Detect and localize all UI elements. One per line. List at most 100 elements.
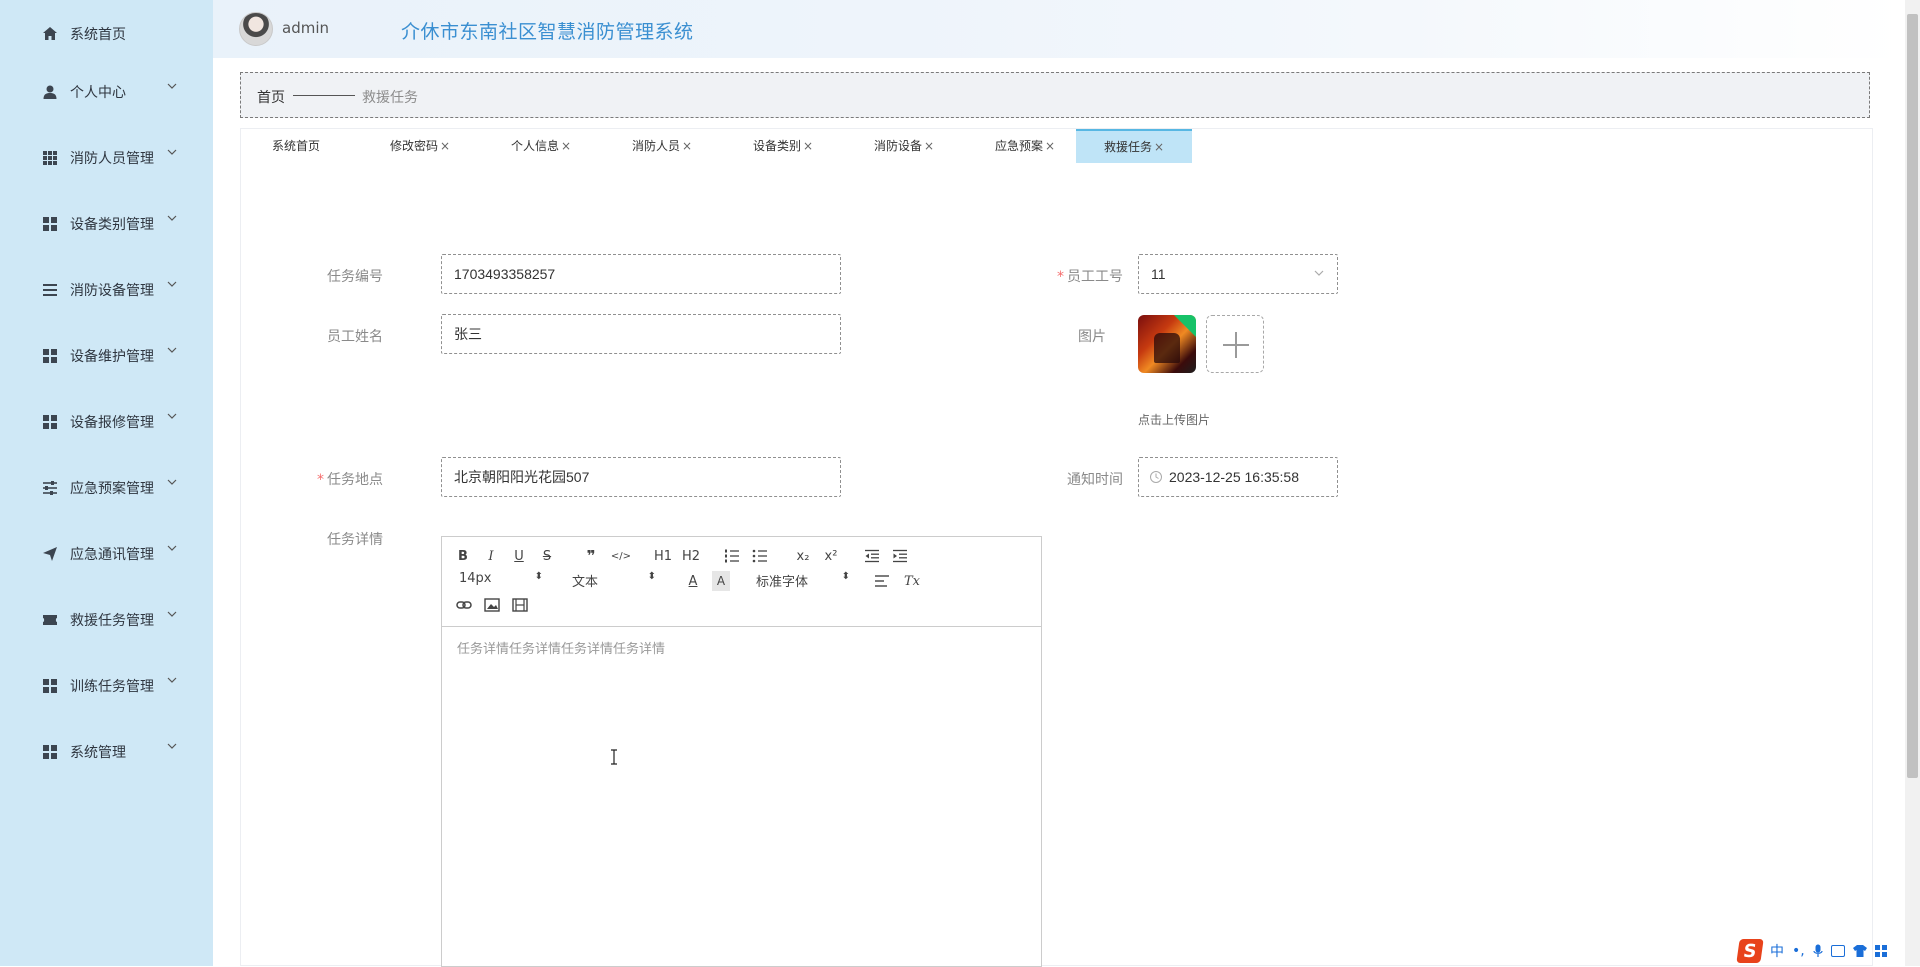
tab-bar: 系统首页 修改密码 × 个人信息 × 消防人员 × 设备类别 × 消防设备 × 应急预案 ×… — [241, 129, 1872, 163]
task-location-label: * 任务地点 — [317, 472, 383, 488]
chevron-down-icon — [167, 743, 177, 749]
underline-button[interactable]: U — [510, 546, 528, 566]
header-select[interactable]: 文本 ⬍ — [572, 571, 656, 591]
list-icon — [43, 284, 57, 296]
subscript-button[interactable]: x₂ — [792, 546, 814, 566]
grid-icon — [43, 217, 57, 231]
tab-label: 设备类别 — [752, 139, 801, 153]
header1-button[interactable]: H1 — [652, 546, 674, 566]
font-family-select[interactable]: 标准字体 ⬍ — [756, 571, 850, 591]
sidebar-item-home[interactable]: 系统首页 — [0, 0, 213, 66]
sogou-logo-icon[interactable]: S — [1736, 939, 1764, 963]
chevron-down-icon — [167, 413, 177, 419]
editor-toolbar: B I U S ❞ </> H1 H2 x₂ x² 14px ⬍ 文本 ⬍ A … — [442, 537, 1041, 627]
keyboard-icon[interactable] — [1830, 945, 1845, 957]
app-title: 介休市东南社区智慧消防管理系统 — [401, 21, 694, 43]
username[interactable]: admin — [282, 19, 329, 37]
notify-time-picker[interactable]: 2023-12-25 16:35:58 — [1138, 457, 1338, 497]
font-size-select[interactable]: 14px ⬍ — [459, 571, 543, 591]
close-icon[interactable]: × — [440, 139, 450, 153]
blockquote-button[interactable]: ❞ — [582, 546, 600, 566]
tab-change-password[interactable]: 修改密码 × — [371, 129, 469, 163]
sidebar-item-device-category-mgmt[interactable]: 设备类别管理 — [0, 190, 213, 256]
sidebar-item-device-maintenance-mgmt[interactable]: 设备维护管理 — [0, 322, 213, 388]
grid-icon — [43, 349, 57, 363]
employee-no-label: * 员工工号 — [1057, 269, 1123, 285]
tab-device-category[interactable]: 设备类别 × — [734, 129, 832, 163]
tab-rescue-task[interactable]: 救援任务 × — [1076, 129, 1192, 163]
breadcrumb-home[interactable]: 首页 — [257, 87, 285, 107]
avatar[interactable] — [239, 12, 273, 46]
sidebar-item-label: 救援任务管理 — [70, 613, 154, 629]
employee-no-select[interactable]: 11 — [1138, 254, 1338, 294]
italic-button[interactable]: I — [482, 546, 500, 566]
tab-fire-devices[interactable]: 消防设备 × — [855, 129, 953, 163]
indent-icon[interactable] — [892, 549, 908, 563]
close-icon[interactable]: × — [803, 139, 813, 153]
sidebar-item-label: 设备类别管理 — [70, 217, 154, 233]
tab-label: 修改密码 — [389, 139, 438, 153]
outdent-icon[interactable] — [864, 549, 880, 563]
sidebar-item-personal-center[interactable]: 个人中心 — [0, 58, 213, 124]
tab-emergency-plan[interactable]: 应急预案 × — [976, 129, 1074, 163]
close-icon[interactable]: × — [1154, 140, 1164, 154]
sidebar-item-rescue-task-mgmt[interactable]: 救援任务管理 — [0, 586, 213, 652]
align-left-icon[interactable] — [874, 574, 890, 588]
tab-firefighters[interactable]: 消防人员 × — [613, 129, 711, 163]
sidebar-item-label: 消防设备管理 — [70, 283, 154, 299]
sidebar-item-system-mgmt[interactable]: 系统管理 — [0, 718, 213, 784]
sidebar-item-emergency-comm-mgmt[interactable]: 应急通讯管理 — [0, 520, 213, 586]
background-color-button[interactable]: A — [712, 571, 730, 591]
video-icon[interactable] — [512, 598, 528, 612]
editor-content[interactable]: 任务详情任务详情任务详情任务详情 — [442, 626, 1041, 966]
tab-home[interactable]: 系统首页 — [253, 129, 339, 163]
uploaded-image-thumbnail[interactable] — [1138, 315, 1196, 373]
header2-button[interactable]: H2 — [680, 546, 702, 566]
close-icon[interactable]: × — [561, 139, 571, 153]
page-scrollbar[interactable] — [1905, 0, 1920, 966]
text-color-button[interactable]: A — [684, 571, 702, 591]
select-arrow-icon: ⬍ — [534, 571, 543, 582]
sidebar: 系统首页 个人中心 消防人员管理 设备类别管理 消防设备管理 设备维护管理 设备… — [0, 0, 213, 966]
tab-personal-info[interactable]: 个人信息 × — [492, 129, 590, 163]
tab-label: 消防设备 — [873, 139, 922, 153]
sidebar-item-label: 应急通讯管理 — [70, 547, 154, 563]
main-content: 系统首页 修改密码 × 个人信息 × 消防人员 × 设备类别 × 消防设备 × 应急预案 ×… — [240, 128, 1873, 967]
close-icon[interactable]: × — [682, 139, 692, 153]
scrollbar-thumb[interactable] — [1907, 14, 1918, 778]
sidebar-item-fire-device-mgmt[interactable]: 消防设备管理 — [0, 256, 213, 322]
ordered-list-icon[interactable] — [724, 549, 740, 563]
close-icon[interactable]: × — [924, 139, 934, 153]
sidebar-item-emergency-plan-mgmt[interactable]: 应急预案管理 — [0, 454, 213, 520]
link-icon[interactable] — [456, 598, 472, 612]
grid-icon — [43, 151, 57, 165]
employee-name-label: 员工姓名 — [327, 329, 383, 345]
ime-language[interactable]: 中 — [1770, 941, 1784, 961]
image-icon[interactable] — [484, 598, 500, 612]
shirt-icon[interactable] — [1852, 945, 1867, 957]
employee-name-input[interactable]: 张三 — [441, 314, 841, 354]
bullet-list-icon[interactable] — [752, 549, 768, 563]
image-upload-button[interactable] — [1206, 315, 1264, 373]
notify-time-label: 通知时间 — [1067, 472, 1123, 488]
microphone-icon[interactable] — [1813, 944, 1823, 958]
bold-button[interactable]: B — [454, 546, 472, 566]
sidebar-item-label: 个人中心 — [70, 85, 126, 101]
select-arrow-icon: ⬍ — [647, 571, 656, 582]
code-block-button[interactable]: </> — [610, 546, 632, 566]
ime-punctuation[interactable]: •, — [1792, 943, 1805, 959]
sidebar-item-firefighter-mgmt[interactable]: 消防人员管理 — [0, 124, 213, 190]
close-icon[interactable]: × — [1045, 139, 1055, 153]
grid-icon[interactable] — [1874, 945, 1887, 957]
clean-format-button[interactable]: Tx — [902, 571, 922, 591]
grid-icon — [43, 415, 57, 429]
task-no-input[interactable]: 1703493358257 — [441, 254, 841, 294]
breadcrumb: 首页 救援任务 — [240, 72, 1870, 118]
sidebar-item-device-repair-mgmt[interactable]: 设备报修管理 — [0, 388, 213, 454]
chevron-down-icon — [167, 83, 177, 89]
sidebar-item-training-task-mgmt[interactable]: 训练任务管理 — [0, 652, 213, 718]
task-location-input[interactable]: 北京朝阳阳光花园507 — [441, 457, 841, 497]
superscript-button[interactable]: x² — [820, 546, 842, 566]
tab-label: 个人信息 — [510, 139, 559, 153]
strike-button[interactable]: S — [538, 546, 556, 566]
